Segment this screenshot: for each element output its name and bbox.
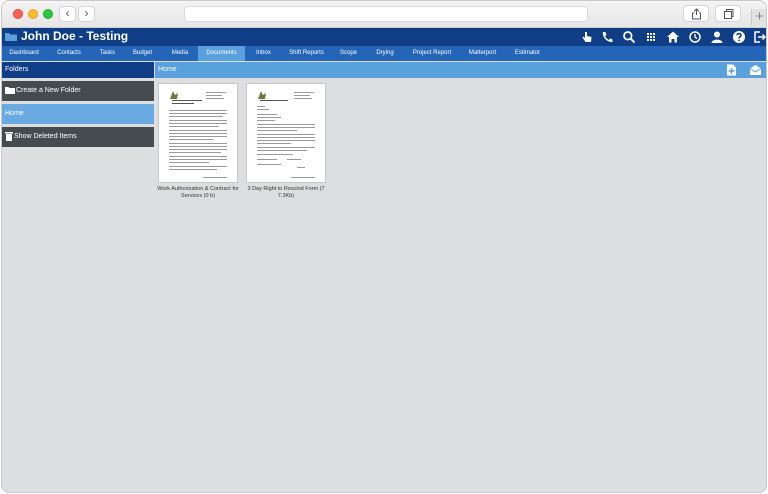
show-deleted-button[interactable]: Show Deleted Items [2, 127, 154, 147]
company-logo-icon [170, 91, 178, 99]
tab-budget[interactable]: Budget [123, 46, 162, 61]
hand-pointer-icon[interactable] [580, 30, 594, 44]
create-folder-label: Create a New Folder [16, 87, 81, 94]
document-thumbnail[interactable] [246, 83, 326, 183]
breadcrumb[interactable]: Home [158, 66, 177, 73]
show-deleted-label: Show Deleted Items [14, 133, 77, 140]
clock-icon[interactable] [688, 30, 702, 44]
document-caption[interactable]: 3 Day Right to Rescind Form (7 7.3Kb) [241, 186, 331, 200]
tab-dashboard[interactable]: Dashboard [2, 46, 46, 61]
new-tab-button[interactable]: + [751, 9, 766, 26]
tab-contacts[interactable]: Contacts [46, 46, 92, 61]
new-folder-icon [5, 87, 15, 95]
help-icon[interactable] [732, 30, 746, 44]
folder-icon [5, 33, 17, 41]
user-icon[interactable] [710, 30, 724, 44]
tab-matterport[interactable]: Matterport [460, 46, 505, 61]
forward-button[interactable]: › [78, 6, 95, 22]
email-icon[interactable] [749, 64, 762, 76]
tabs-overview-button[interactable] [715, 5, 741, 22]
folder-home-label: Home [5, 110, 24, 117]
phone-icon[interactable] [600, 30, 614, 44]
breadcrumb-bar: Home [155, 62, 766, 78]
folder-home[interactable]: Home [2, 104, 154, 124]
document-caption[interactable]: Work Authorization & Contract for Servic… [153, 186, 243, 200]
browser-window: ‹ › + John Doe - Testing Dashboard Conta… [1, 0, 767, 493]
company-logo-icon [258, 91, 266, 99]
share-icon [692, 8, 701, 20]
folders-header: Folders [2, 62, 154, 78]
module-tab-bar: Dashboard Contacts Tasks Budget Media Do… [2, 46, 766, 61]
grid-icon[interactable] [644, 30, 658, 44]
tab-tasks[interactable]: Tasks [92, 46, 123, 61]
trash-icon [5, 132, 13, 142]
tab-estimator[interactable]: Estimator [505, 46, 550, 61]
home-icon[interactable] [666, 30, 680, 44]
maximize-window-button[interactable] [43, 9, 53, 19]
share-button[interactable] [683, 5, 709, 22]
create-folder-button[interactable]: Create a New Folder [2, 81, 154, 101]
minimize-window-button[interactable] [28, 9, 38, 19]
app-top-bar: John Doe - Testing [2, 28, 767, 46]
search-icon[interactable] [622, 30, 636, 44]
tab-project-report[interactable]: Project Report [404, 46, 460, 61]
back-button[interactable]: ‹ [59, 6, 76, 22]
logout-icon[interactable] [753, 30, 767, 44]
tab-shift-reports[interactable]: Shift Reports [282, 46, 331, 61]
project-title: John Doe - Testing [21, 29, 129, 43]
add-document-icon[interactable] [725, 64, 738, 76]
tab-documents[interactable]: Documents [198, 46, 245, 61]
tab-drying[interactable]: Drying [366, 46, 404, 61]
tab-scope[interactable]: Scope [331, 46, 366, 61]
browser-chrome: ‹ › + [2, 1, 766, 28]
tabs-icon [724, 9, 734, 19]
tab-inbox[interactable]: Inbox [245, 46, 282, 61]
close-window-button[interactable] [13, 9, 23, 19]
tab-media[interactable]: Media [162, 46, 198, 61]
address-bar[interactable] [184, 6, 588, 22]
document-thumbnail[interactable] [158, 83, 238, 183]
